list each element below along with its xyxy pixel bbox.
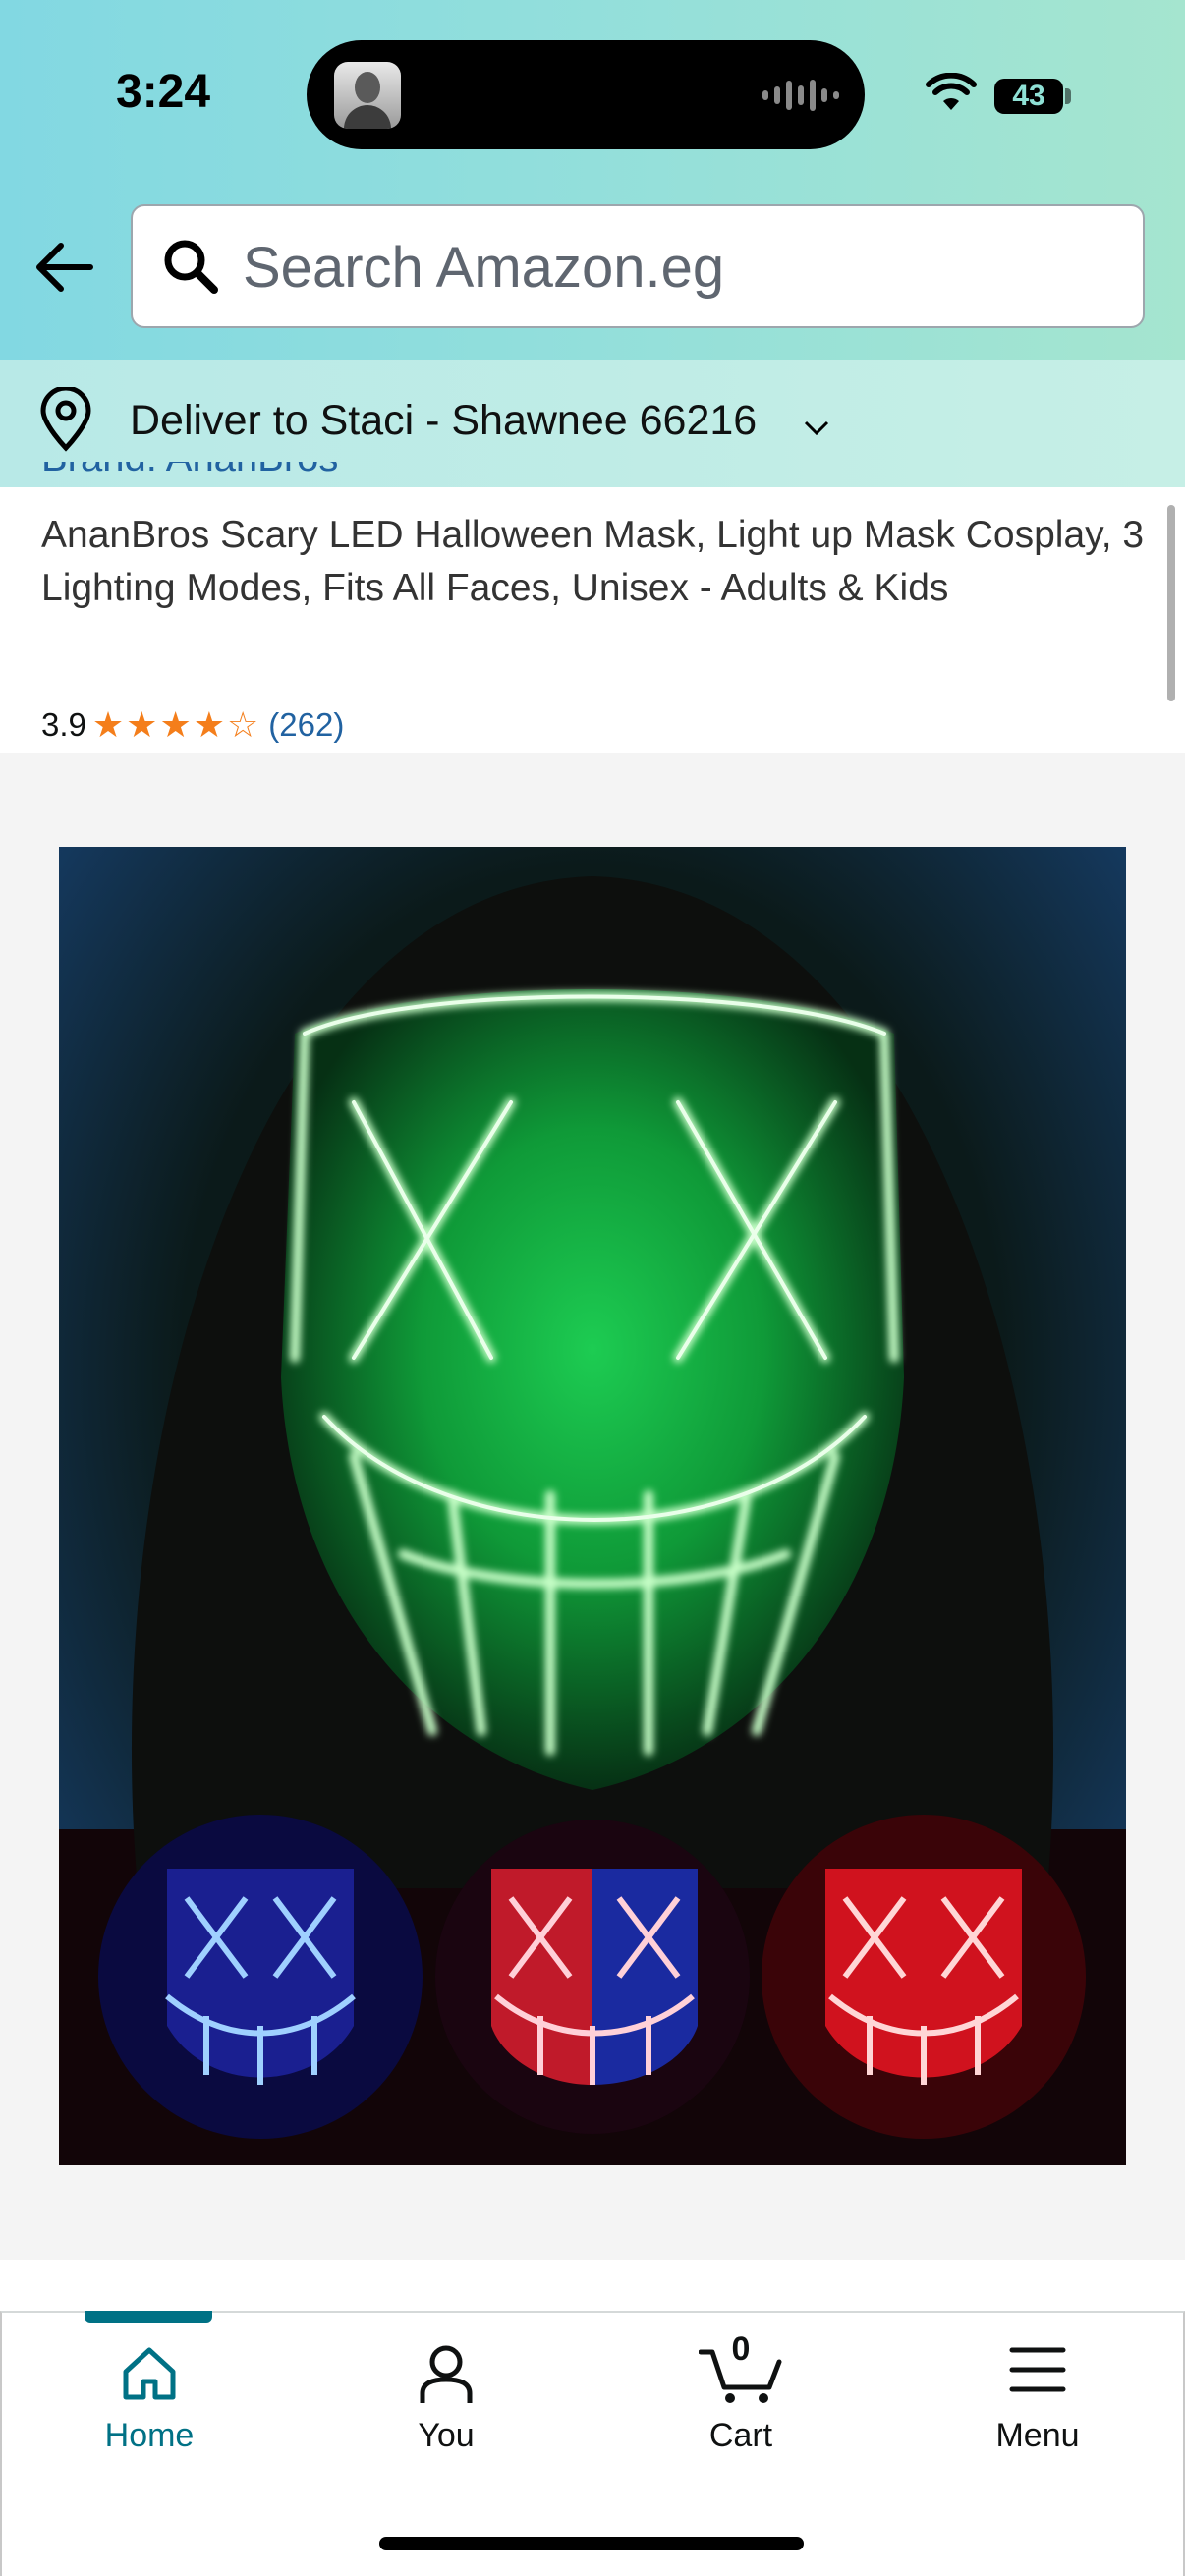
tab-menu-label: Menu: [995, 2417, 1080, 2454]
star-rating: ★ ★ ★ ★ ☆: [92, 707, 258, 743]
app-header: 3:24 43: [0, 0, 1185, 360]
product-title: AnanBros Scary LED Halloween Mask, Light…: [41, 514, 1145, 609]
status-time: 3:24: [116, 66, 211, 118]
red-blue-mask-variant: [435, 1820, 750, 2134]
scroll-indicator: [1167, 505, 1175, 701]
home-indicator[interactable]: [379, 2537, 804, 2550]
tab-cart-label: Cart: [708, 2417, 773, 2454]
back-arrow-icon[interactable]: [33, 240, 96, 295]
chevron-down-icon: [804, 420, 829, 436]
star-icon: ★: [126, 704, 158, 745]
active-tab-indicator: [85, 2311, 212, 2323]
battery-indicator: 43: [994, 79, 1063, 114]
rating-value: 3.9: [41, 706, 86, 743]
led-mask-illustration: [59, 847, 1126, 2165]
audio-wave-icon: [762, 78, 839, 113]
star-icon: ★: [159, 704, 192, 745]
tab-home[interactable]: Home: [2, 2313, 297, 2509]
rating-row[interactable]: 3.9 ★ ★ ★ ★ ☆ (262): [41, 703, 344, 747]
blue-mask-variant: [98, 1815, 423, 2139]
tab-cart[interactable]: 0 Cart: [593, 2313, 888, 2509]
red-mask-variant: [762, 1815, 1086, 2139]
wifi-icon: [926, 73, 977, 110]
call-avatar: [334, 62, 401, 129]
tab-home-label: Home: [104, 2417, 195, 2454]
search-bar[interactable]: [131, 204, 1145, 328]
person-icon: [420, 2345, 473, 2403]
home-icon: [123, 2347, 176, 2400]
dynamic-island[interactable]: [307, 40, 865, 149]
star-empty-icon: ☆: [227, 704, 259, 745]
rating-count-link[interactable]: (262): [268, 706, 344, 744]
location-pin-icon: [40, 387, 91, 452]
menu-icon: [1009, 2347, 1066, 2392]
tab-you-label: You: [418, 2417, 475, 2454]
search-icon: [164, 240, 218, 294]
battery-tip: [1065, 88, 1071, 104]
star-icon: ★: [193, 704, 225, 745]
cart-icon: [699, 2349, 782, 2403]
tab-menu[interactable]: Menu: [890, 2313, 1185, 2509]
tab-you[interactable]: You: [299, 2313, 593, 2509]
product-image[interactable]: [59, 847, 1126, 2165]
deliver-to-label: Deliver to Staci - Shawnee 66216: [130, 397, 758, 444]
search-input[interactable]: [243, 230, 1107, 305]
image-gallery[interactable]: [0, 753, 1185, 2260]
star-icon: ★: [91, 704, 125, 745]
